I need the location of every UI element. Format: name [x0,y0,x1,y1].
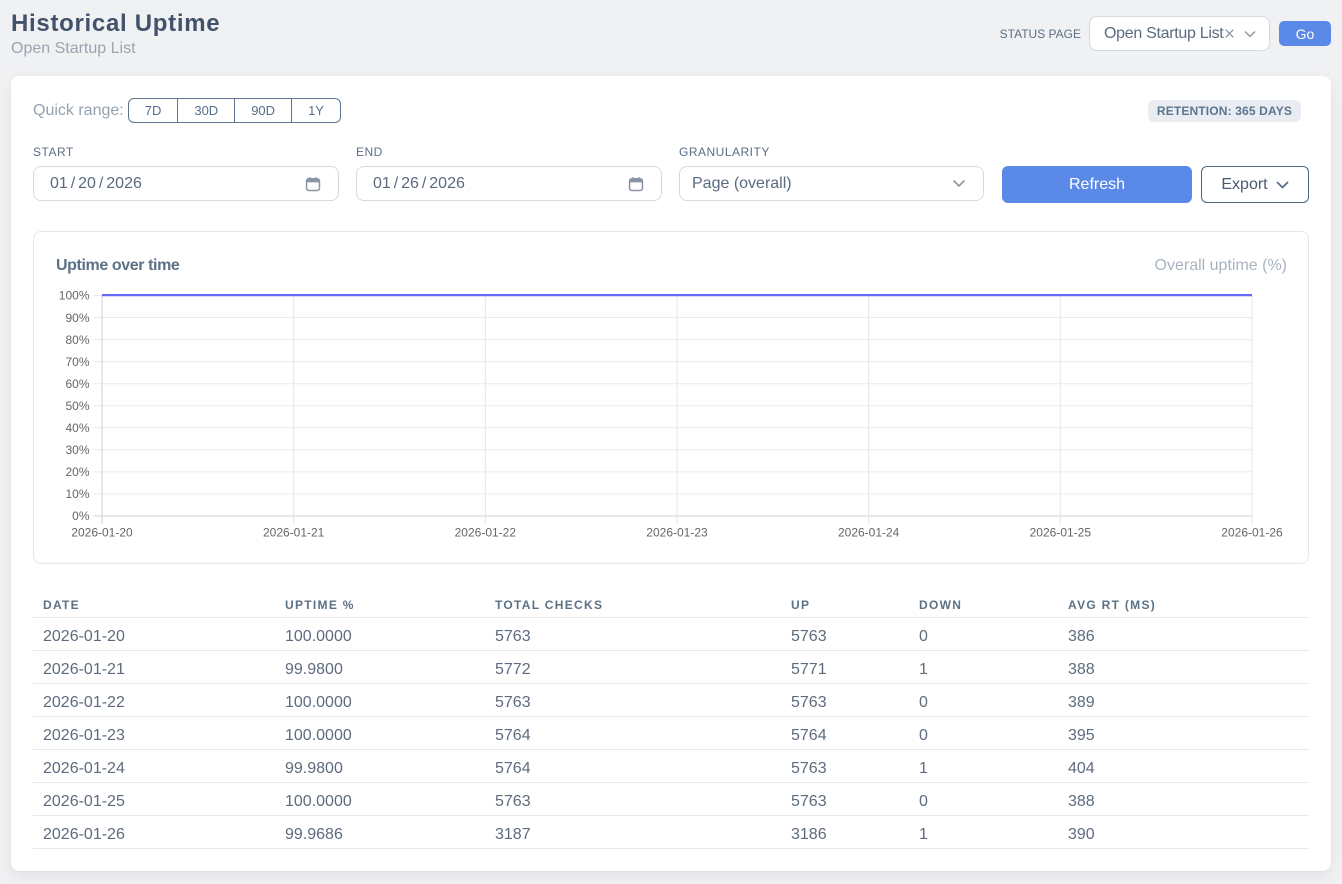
svg-text:2026-01-21: 2026-01-21 [263,526,325,540]
svg-text:40%: 40% [65,421,89,435]
svg-text:50%: 50% [65,399,89,413]
svg-text:90%: 90% [65,311,89,325]
svg-text:80%: 80% [65,333,89,347]
svg-text:2026-01-25: 2026-01-25 [1030,526,1092,540]
svg-text:30%: 30% [65,443,89,457]
svg-text:100%: 100% [59,289,90,303]
svg-text:2026-01-24: 2026-01-24 [838,526,900,540]
svg-text:2026-01-22: 2026-01-22 [455,526,517,540]
svg-text:2026-01-26: 2026-01-26 [1221,526,1283,540]
svg-text:0%: 0% [72,509,90,523]
svg-text:2026-01-23: 2026-01-23 [646,526,708,540]
svg-text:60%: 60% [65,377,89,391]
svg-text:20%: 20% [65,465,89,479]
svg-text:10%: 10% [65,487,89,501]
svg-text:70%: 70% [65,355,89,369]
svg-text:2026-01-20: 2026-01-20 [71,526,133,540]
